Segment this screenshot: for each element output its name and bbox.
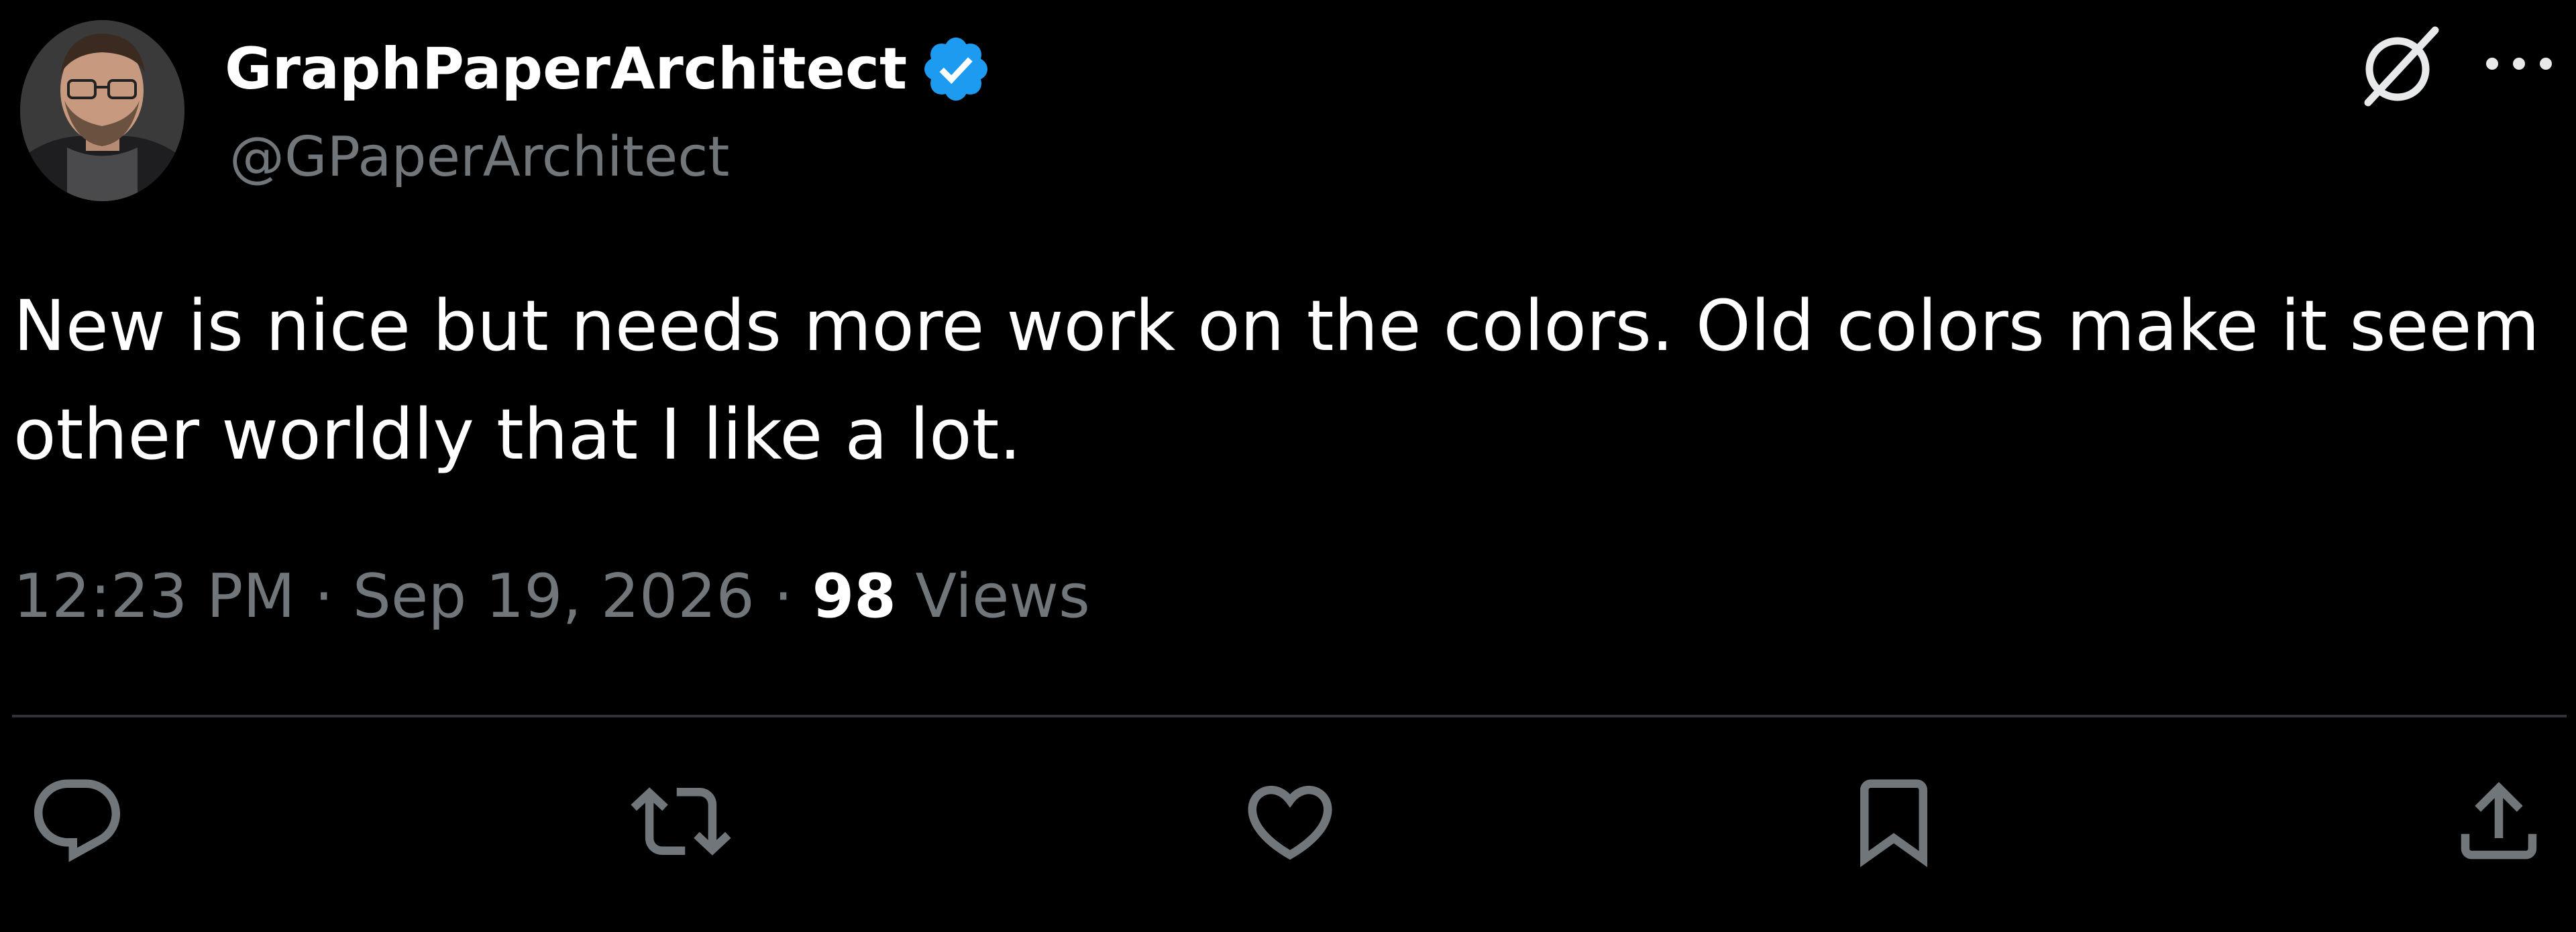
tweet-date[interactable]: Sep 19, 2026 [353, 561, 755, 632]
share-icon [2461, 782, 2537, 860]
share-button[interactable] [2449, 771, 2549, 872]
retweet-icon [631, 787, 731, 856]
divider [12, 715, 2567, 717]
author-handle[interactable]: @GPaperArchitect [229, 124, 729, 191]
reply-icon [34, 779, 121, 862]
tweet-time[interactable]: 12:23 PM [13, 561, 295, 632]
tweet-metadata: 12:23 PM · Sep 19, 2026 · 98 Views [13, 560, 1090, 634]
retweet-button[interactable] [631, 771, 731, 872]
bookmark-button[interactable] [1843, 771, 1944, 872]
views-label: Views [915, 561, 1090, 632]
like-button[interactable] [1240, 771, 1340, 872]
like-icon [1248, 785, 1332, 860]
tweet-text: New is nice but needs more work on the c… [13, 285, 2540, 475]
author-name-text[interactable]: GraphPaperArchitect [225, 32, 907, 106]
verified-badge-icon [919, 32, 993, 106]
author-name[interactable]: GraphPaperArchitect [225, 32, 993, 106]
metadata-separator: · [773, 561, 793, 632]
bookmark-icon [1860, 779, 1927, 868]
tweet: GraphPaperArchitect @GPaperArchitect New… [0, 0, 2576, 932]
reply-button[interactable] [27, 771, 127, 872]
avatar[interactable] [20, 20, 184, 201]
views-count: 98 [812, 561, 896, 632]
metadata-separator: · [314, 561, 334, 632]
avatar-photo [20, 20, 184, 201]
grok-icon[interactable] [2356, 23, 2443, 111]
more-icon[interactable] [2482, 50, 2556, 77]
